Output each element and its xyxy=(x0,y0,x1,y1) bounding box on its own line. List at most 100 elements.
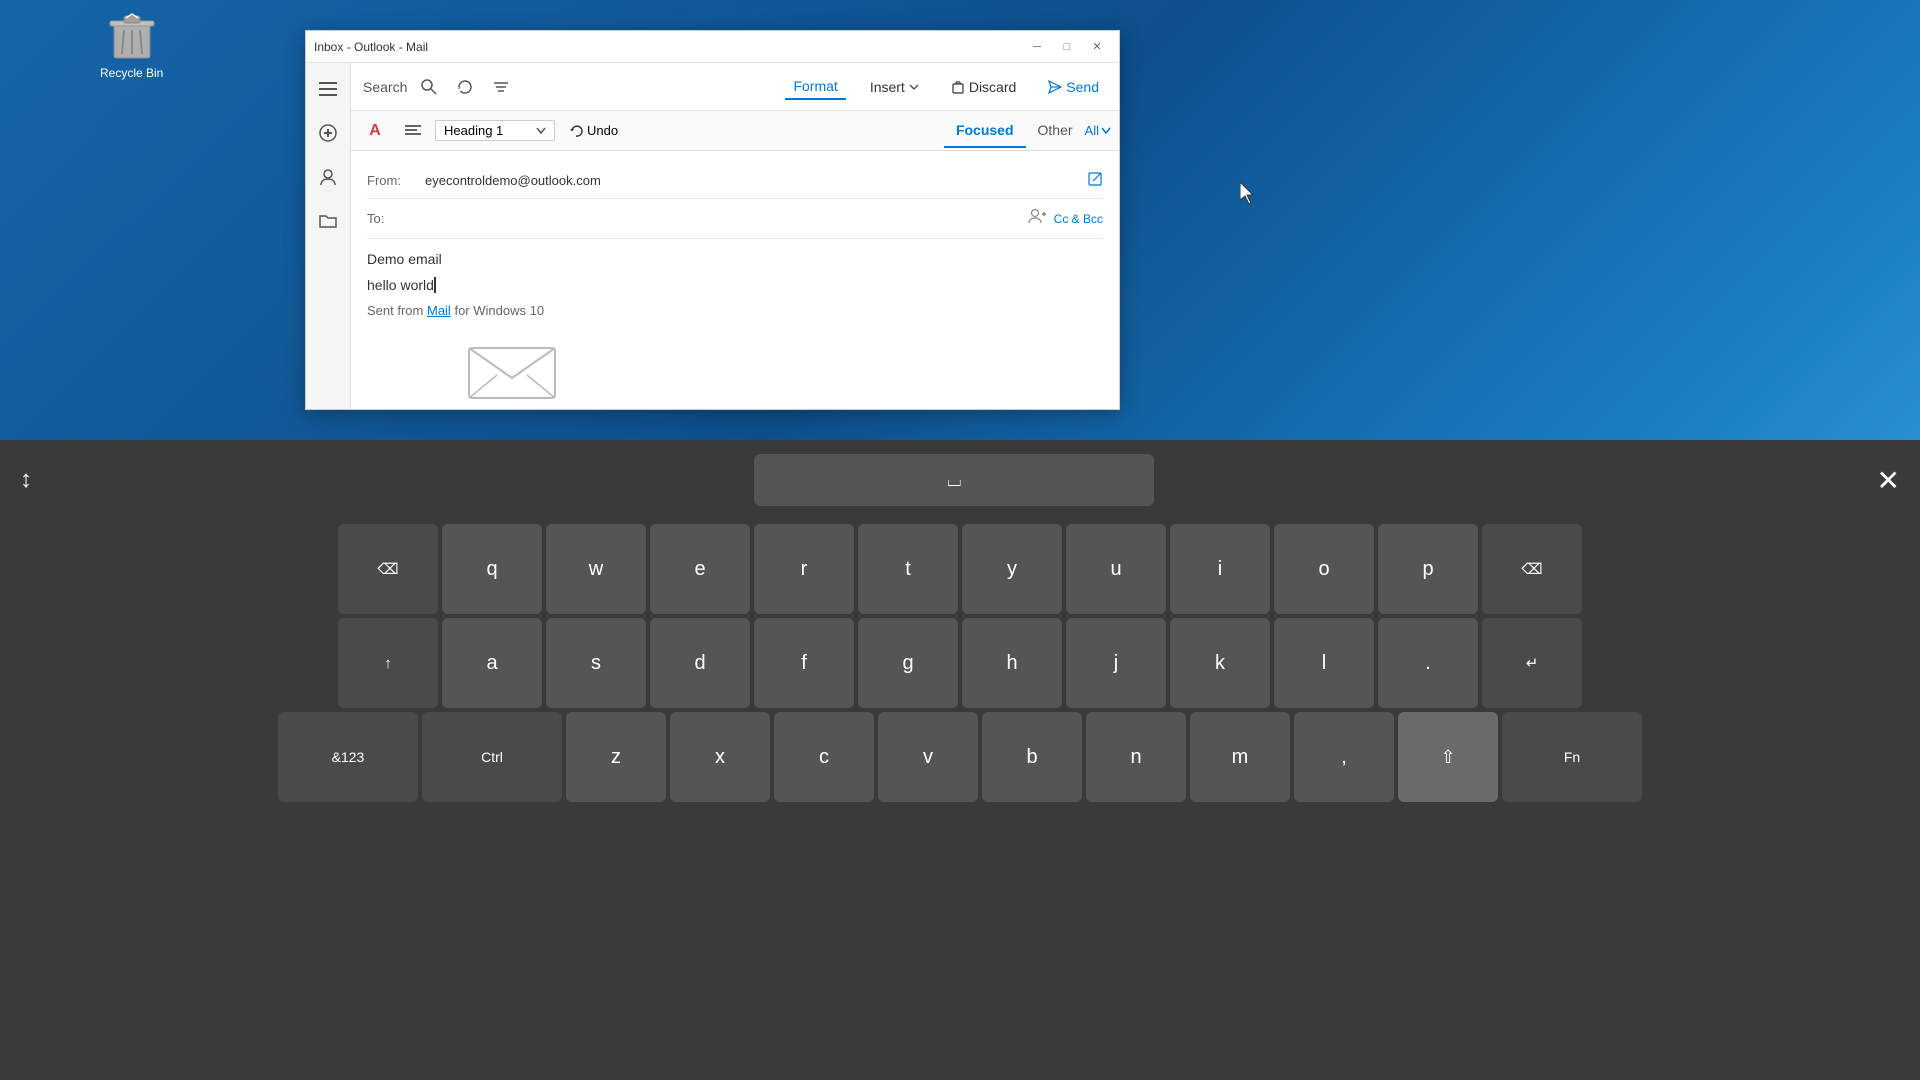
email-body[interactable]: hello world xyxy=(367,277,1103,293)
h-key[interactable]: h xyxy=(962,618,1062,708)
hamburger-icon xyxy=(319,82,337,96)
cc-bcc-button[interactable]: Cc & Bcc xyxy=(1054,212,1103,226)
backspace-right-key[interactable]: ⌫ xyxy=(1482,524,1582,614)
from-label: From: xyxy=(367,173,417,188)
undo-button[interactable]: Undo xyxy=(561,119,626,142)
g-key[interactable]: g xyxy=(858,618,958,708)
keyboard-close-button[interactable]: ✕ xyxy=(1877,464,1900,497)
people-icon xyxy=(319,168,337,186)
r-key[interactable]: r xyxy=(754,524,854,614)
sidebar-people-button[interactable] xyxy=(310,159,346,195)
o-key[interactable]: o xyxy=(1274,524,1374,614)
sidebar xyxy=(306,63,351,409)
recycle-bin[interactable]: Recycle Bin xyxy=(100,10,163,80)
compose-icon xyxy=(319,124,337,142)
other-tab[interactable]: Other xyxy=(1026,114,1085,148)
heading-select[interactable]: Heading 1 xyxy=(435,120,555,141)
w-key[interactable]: w xyxy=(546,524,646,614)
m-key[interactable]: m xyxy=(1190,712,1290,802)
fn-arrow-key[interactable]: ⇧ xyxy=(1398,712,1498,802)
compose-body[interactable]: Demo email hello world Sent from Mail fo… xyxy=(367,239,1103,330)
format-tab[interactable]: Format xyxy=(785,74,845,100)
heading-dropdown-icon xyxy=(536,127,546,135)
a-key[interactable]: a xyxy=(442,618,542,708)
edit-icon[interactable] xyxy=(1087,171,1103,190)
email-signature: Sent from Mail for Windows 10 xyxy=(367,303,1103,318)
s-key[interactable]: s xyxy=(546,618,646,708)
people-add-icon[interactable] xyxy=(1028,207,1046,230)
filter-dropdown-icon xyxy=(1101,127,1111,135)
toolbar-row2: A Heading 1 U xyxy=(351,111,1119,151)
discard-button[interactable]: Discard xyxy=(943,75,1024,99)
i-key[interactable]: i xyxy=(1170,524,1270,614)
space-bar-key[interactable]: ⌴ xyxy=(754,454,1154,506)
e-key[interactable]: e xyxy=(650,524,750,614)
text-color-button[interactable]: A xyxy=(359,115,391,147)
keyboard-area: ↕ ⌴ ✕ ⌫ q w e r t y u i o p ⌫ ↑ a s d f xyxy=(0,440,1920,1080)
keyboard-rows: ⌫ q w e r t y u i o p ⌫ ↑ a s d f g h j … xyxy=(0,520,1920,1080)
title-bar-controls: ─ □ ✕ xyxy=(1023,33,1111,61)
comma-key[interactable]: , xyxy=(1294,712,1394,802)
shift-key[interactable]: ↑ xyxy=(338,618,438,708)
filter-icon xyxy=(493,79,509,95)
v-key[interactable]: v xyxy=(878,712,978,802)
all-filter[interactable]: All xyxy=(1085,123,1111,138)
maximize-button[interactable]: □ xyxy=(1053,33,1081,61)
send-icon xyxy=(1048,80,1062,94)
k-key[interactable]: k xyxy=(1170,618,1270,708)
filter-button[interactable] xyxy=(487,73,515,101)
envelope-illustration xyxy=(467,340,557,400)
q-key[interactable]: q xyxy=(442,524,542,614)
chevron-down-icon xyxy=(909,82,919,92)
email-subject[interactable]: Demo email xyxy=(367,251,1103,267)
t-key[interactable]: t xyxy=(858,524,958,614)
close-button[interactable]: ✕ xyxy=(1083,33,1111,61)
ctrl-key[interactable]: Ctrl xyxy=(422,712,562,802)
mail-link[interactable]: Mail xyxy=(427,303,451,318)
search-label[interactable]: Search xyxy=(363,79,407,95)
keyboard-row3: &123 Ctrl z x c v b n m , ⇧ Fn xyxy=(8,712,1912,802)
search-icon xyxy=(421,79,437,95)
period-key[interactable]: . xyxy=(1378,618,1478,708)
main-content: Search xyxy=(351,63,1119,409)
backspace-left-key[interactable]: ⌫ xyxy=(338,524,438,614)
z-key[interactable]: z xyxy=(566,712,666,802)
fn-key[interactable]: Fn xyxy=(1502,712,1642,802)
search-button[interactable] xyxy=(415,73,443,101)
n-key[interactable]: n xyxy=(1086,712,1186,802)
c-key[interactable]: c xyxy=(774,712,874,802)
l-key[interactable]: l xyxy=(1274,618,1374,708)
minimize-button[interactable]: ─ xyxy=(1023,33,1051,61)
f-key[interactable]: f xyxy=(754,618,854,708)
u-key[interactable]: u xyxy=(1066,524,1166,614)
refresh-button[interactable] xyxy=(451,73,479,101)
d-key[interactable]: d xyxy=(650,618,750,708)
to-field: To: Cc & Bcc xyxy=(367,199,1103,239)
sidebar-compose-button[interactable] xyxy=(310,115,346,151)
enter-key[interactable]: ↵ xyxy=(1482,618,1582,708)
refresh-icon xyxy=(457,79,473,95)
undo-icon xyxy=(569,124,583,138)
b-key[interactable]: b xyxy=(982,712,1082,802)
folder-icon xyxy=(319,213,337,229)
recycle-bin-label: Recycle Bin xyxy=(100,66,163,80)
focused-tab[interactable]: Focused xyxy=(944,114,1026,148)
x-key[interactable]: x xyxy=(670,712,770,802)
text-align-button[interactable] xyxy=(397,115,429,147)
recycle-bin-icon xyxy=(108,10,156,62)
sidebar-menu-button[interactable] xyxy=(310,71,346,107)
y-key[interactable]: y xyxy=(962,524,1062,614)
compose-area[interactable]: From: eyecontroldemo@outlook.com To: xyxy=(351,151,1119,409)
p-key[interactable]: p xyxy=(1378,524,1478,614)
keyboard-arrows-button[interactable]: ↕ xyxy=(20,466,32,494)
j-key[interactable]: j xyxy=(1066,618,1166,708)
from-field: From: eyecontroldemo@outlook.com xyxy=(367,163,1103,199)
keyboard-row2: ↑ a s d f g h j k l . ↵ xyxy=(8,618,1912,708)
sidebar-folder-button[interactable] xyxy=(310,203,346,239)
numbers-key[interactable]: &123 xyxy=(278,712,418,802)
to-label: To: xyxy=(367,211,417,226)
app-layout: Search xyxy=(306,63,1119,409)
insert-button[interactable]: Insert xyxy=(862,75,927,99)
send-button[interactable]: Send xyxy=(1040,75,1107,99)
inbox-tabs: Focused Other All xyxy=(944,114,1111,148)
